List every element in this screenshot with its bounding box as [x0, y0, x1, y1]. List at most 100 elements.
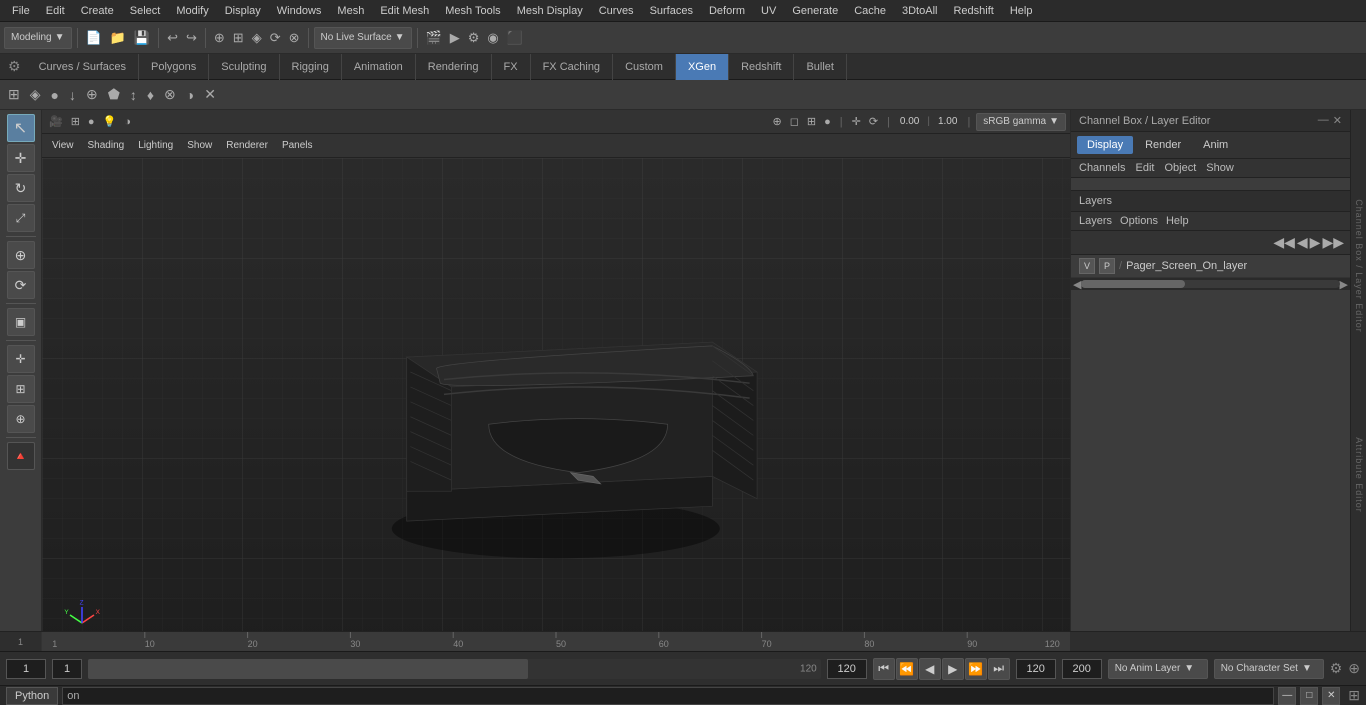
vp-pan-icon[interactable]: ✛ — [849, 114, 864, 129]
vp-menu-view[interactable]: View — [48, 138, 78, 153]
cb-menu-show[interactable]: Show — [1206, 162, 1234, 174]
shelf-btn-3[interactable]: ↓ — [65, 83, 80, 107]
play-forward-btn[interactable]: ▶ — [942, 658, 964, 680]
tab-fx[interactable]: FX — [492, 54, 531, 80]
shelf-btn-8[interactable]: ⊗ — [160, 83, 180, 107]
shelf-btn-2[interactable]: ● — [47, 83, 63, 107]
snap-btn[interactable]: ✛ — [7, 345, 35, 373]
range-start-input[interactable] — [52, 659, 82, 679]
render-seq-btn[interactable]: ▶ — [447, 26, 463, 50]
menu-help[interactable]: Help — [1002, 3, 1041, 19]
menu-create[interactable]: Create — [73, 3, 122, 19]
window-restore-btn[interactable]: □ — [1300, 687, 1318, 705]
universal-tool-btn[interactable]: ⊕ — [7, 241, 35, 269]
vp-menu-shading[interactable]: Shading — [84, 138, 129, 153]
go-to-start-btn[interactable]: ⏮ — [873, 658, 895, 680]
shelf-btn-7[interactable]: ♦ — [143, 83, 158, 107]
status-settings-icon[interactable]: ⊞ — [1348, 687, 1360, 704]
step-back-btn[interactable]: ⏪ — [896, 658, 918, 680]
total-end-input[interactable] — [1062, 659, 1102, 679]
scroll-track[interactable] — [1081, 280, 1339, 288]
settings-gear-icon[interactable]: ⚙ — [2, 56, 27, 77]
char-set-settings-icon[interactable]: ⚙ — [1330, 660, 1343, 677]
live-surface-dropdown[interactable]: No Live Surface ▼ — [314, 27, 412, 49]
layers-menu-options[interactable]: Options — [1120, 215, 1158, 227]
menu-deform[interactable]: Deform — [701, 3, 753, 19]
tool-13[interactable]: 🔺 — [7, 442, 35, 470]
tab-rigging[interactable]: Rigging — [280, 54, 342, 80]
menu-mesh-tools[interactable]: Mesh Tools — [437, 3, 508, 19]
anim-layer-dropdown[interactable]: No Anim Layer ▼ — [1108, 659, 1208, 679]
new-scene-btn[interactable]: 📄 — [83, 26, 105, 50]
vp-menu-show[interactable]: Show — [183, 138, 216, 153]
tab-display[interactable]: Display — [1077, 136, 1133, 154]
tab-polygons[interactable]: Polygons — [139, 54, 209, 80]
shelf-btn-10[interactable]: ✕ — [200, 83, 220, 107]
range-end-input[interactable] — [827, 659, 867, 679]
python-tab[interactable]: Python — [6, 687, 58, 705]
render-settings-btn[interactable]: ⚙ — [465, 26, 483, 50]
menu-modify[interactable]: Modify — [168, 3, 216, 19]
menu-windows[interactable]: Windows — [269, 3, 330, 19]
tab-sculpting[interactable]: Sculpting — [209, 54, 279, 80]
tab-bullet[interactable]: Bullet — [794, 54, 847, 80]
scroll-thumb[interactable] — [1081, 280, 1184, 288]
paint-select-btn[interactable]: ⊗ — [286, 26, 303, 50]
vp-xray-icon[interactable]: ◻ — [787, 114, 802, 129]
anim-end-input[interactable] — [1016, 659, 1056, 679]
render-btn[interactable]: 🎬 — [423, 26, 445, 50]
vp-wireframe-icon[interactable]: ⊞ — [804, 114, 819, 129]
window-close-btn[interactable]: ✕ — [1322, 687, 1340, 705]
vp-grid-icon[interactable]: ⊞ — [68, 114, 83, 129]
viewport-canvas[interactable]: X Y Z persp — [42, 158, 1070, 631]
tool-11[interactable]: ⊞ — [7, 375, 35, 403]
vp-smooth-icon[interactable]: ● — [821, 115, 834, 129]
menu-curves[interactable]: Curves — [591, 3, 642, 19]
redo-btn[interactable]: ↪ — [183, 26, 200, 50]
layers-scrollbar[interactable]: ◀ ▶ — [1071, 278, 1350, 290]
viewport[interactable]: 🎥 ⊞ ● 💡 ◑ ⊕ ◻ ⊞ ● | ✛ ⟳ | 0.00 | 1.00 | … — [42, 110, 1070, 631]
vp-light-icon[interactable]: 💡 — [100, 114, 120, 129]
menu-mesh[interactable]: Mesh — [329, 3, 372, 19]
vp-menu-lighting[interactable]: Lighting — [134, 138, 177, 153]
menu-surfaces[interactable]: Surfaces — [642, 3, 701, 19]
char-set-dropdown[interactable]: No Character Set ▼ — [1214, 659, 1324, 679]
menu-edit[interactable]: Edit — [38, 3, 73, 19]
cb-menu-channels[interactable]: Channels — [1079, 162, 1125, 174]
layer-playback-btn[interactable]: P — [1099, 258, 1115, 274]
layer-toolbar-btn-2[interactable]: ◀ — [1297, 234, 1308, 251]
tab-animation[interactable]: Animation — [342, 54, 416, 80]
shelf-btn-5[interactable]: ⬟ — [104, 83, 124, 107]
cb-menu-edit[interactable]: Edit — [1135, 162, 1154, 174]
play-back-btn[interactable]: ◀ — [919, 658, 941, 680]
timeline-ruler[interactable]: 1 10 20 30 40 50 60 70 80 90 120 — [42, 632, 1070, 651]
tab-fx-caching[interactable]: FX Caching — [531, 54, 613, 80]
soft-select-btn[interactable]: ⟳ — [7, 271, 35, 299]
shelf-btn-0[interactable]: ⊞ — [4, 83, 24, 107]
menu-file[interactable]: File — [4, 3, 38, 19]
channel-box-collapse-btn[interactable]: — — [1318, 114, 1329, 127]
select-by-component-btn[interactable]: ◈ — [249, 26, 265, 50]
lasso-select-btn[interactable]: ⟳ — [267, 26, 284, 50]
menu-uv[interactable]: UV — [753, 3, 784, 19]
menu-edit-mesh[interactable]: Edit Mesh — [372, 3, 437, 19]
select-tool-btn[interactable]: ↖ — [7, 114, 35, 142]
layer-visibility-btn[interactable]: V — [1079, 258, 1095, 274]
select-by-object-btn[interactable]: ⊞ — [230, 26, 247, 50]
undo-btn[interactable]: ↩ — [164, 26, 181, 50]
render-stop-btn[interactable]: ⬛ — [504, 26, 526, 50]
layer-toolbar-btn-4[interactable]: ▶▶ — [1322, 234, 1344, 251]
vp-shadow-icon[interactable]: ◑ — [121, 115, 134, 129]
tab-redshift[interactable]: Redshift — [729, 54, 794, 80]
tool-12[interactable]: ⊕ — [7, 405, 35, 433]
vp-isolate-icon[interactable]: ⊕ — [770, 114, 785, 129]
current-frame-input[interactable] — [6, 659, 46, 679]
vp-orbit-icon[interactable]: ⟳ — [866, 114, 881, 129]
select-by-hierarchy-btn[interactable]: ⊕ — [211, 26, 228, 50]
vp-menu-renderer[interactable]: Renderer — [222, 138, 272, 153]
cb-menu-object[interactable]: Object — [1164, 162, 1196, 174]
timeline-range-bar[interactable]: 120 — [88, 659, 821, 679]
layers-menu-layers[interactable]: Layers — [1079, 215, 1112, 227]
scale-tool-btn[interactable]: ⤢ — [7, 204, 35, 232]
color-space-dropdown[interactable]: sRGB gamma ▼ — [976, 113, 1066, 131]
